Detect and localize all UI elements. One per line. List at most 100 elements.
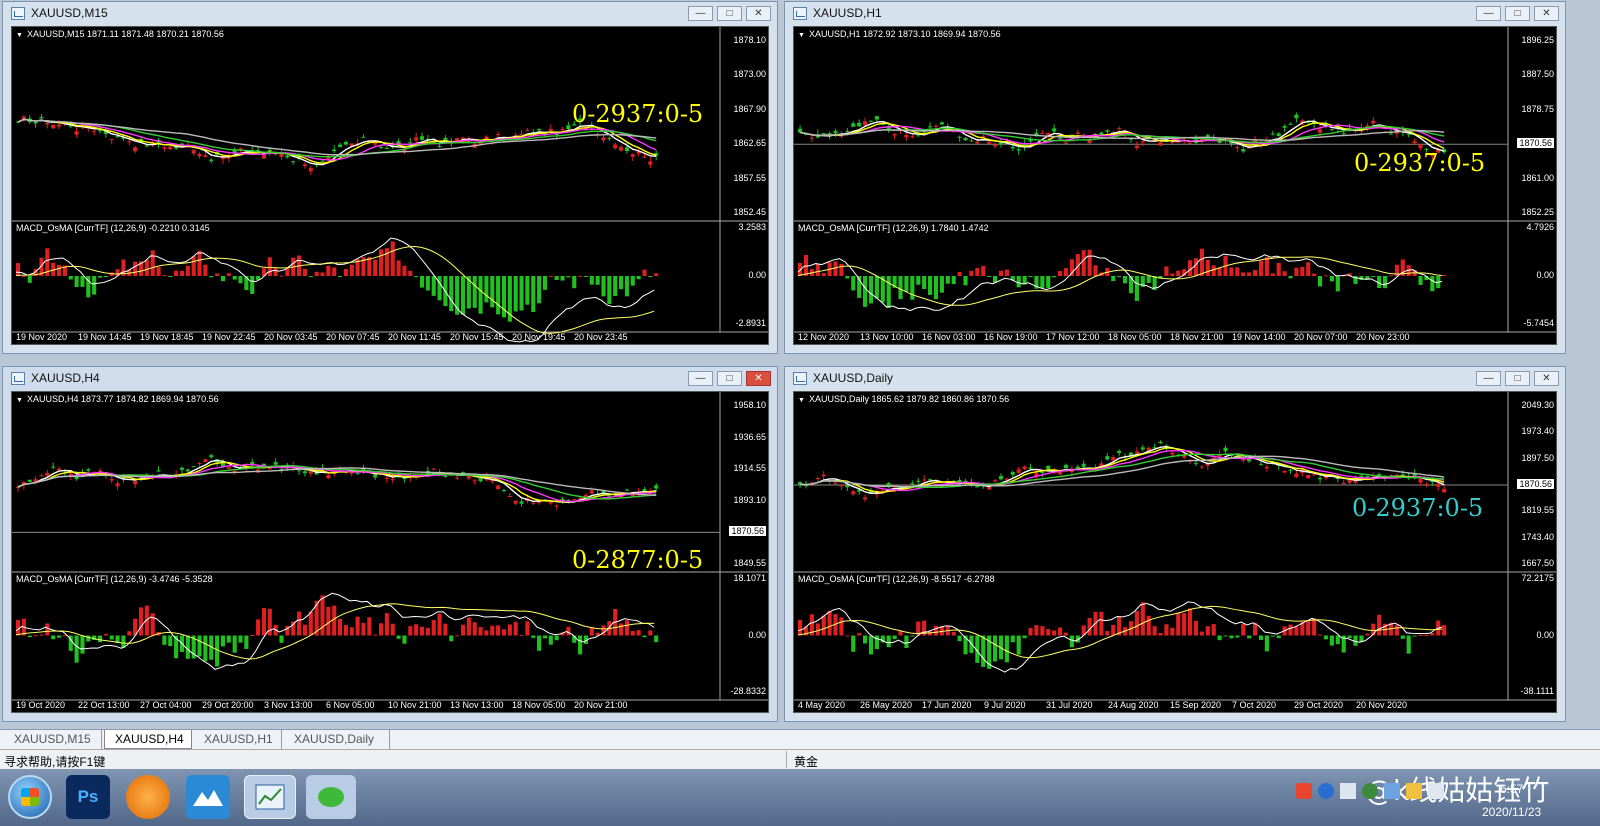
clock-time[interactable]: 6:57 bbox=[1500, 782, 1523, 796]
candle-body bbox=[203, 459, 208, 463]
candle-body bbox=[361, 136, 366, 138]
time-tick-label: 18 Nov 05:00 bbox=[1108, 332, 1162, 342]
price-tick-label: 1867.90 bbox=[733, 103, 766, 114]
time-tick-label: 19 Oct 2020 bbox=[16, 700, 66, 710]
maximize-button[interactable]: □ bbox=[717, 371, 742, 386]
macd-histogram-bar bbox=[933, 625, 939, 636]
mountain-app-icon[interactable] bbox=[186, 775, 230, 819]
candle-body bbox=[845, 485, 850, 488]
metatrader-taskbar-icon[interactable] bbox=[244, 775, 296, 819]
clock-date[interactable]: 2020/11/23 bbox=[1482, 805, 1541, 819]
title-bar[interactable]: XAUUSD,Daily — □ ✕ bbox=[785, 367, 1565, 391]
macd-histogram-bar bbox=[1093, 265, 1098, 276]
macd-histogram-bar bbox=[863, 635, 868, 644]
photoshop-icon[interactable]: Ps bbox=[66, 775, 110, 819]
macd-histogram-bar bbox=[197, 250, 202, 276]
volume-icon[interactable] bbox=[1428, 783, 1444, 799]
price-tick-label: 1667.50 bbox=[1521, 558, 1554, 568]
macd-histogram-bar bbox=[226, 273, 231, 276]
candle-body bbox=[1158, 142, 1163, 146]
current-price-label: 1870.56 bbox=[1517, 138, 1554, 149]
macd-histogram-bar bbox=[226, 635, 231, 643]
maximize-button[interactable]: □ bbox=[717, 6, 742, 21]
candle-body bbox=[226, 467, 231, 469]
candle-body bbox=[191, 466, 196, 468]
network-icon[interactable] bbox=[1340, 783, 1356, 799]
shield-icon[interactable] bbox=[1384, 783, 1400, 799]
macd-histogram-bar bbox=[1058, 270, 1063, 276]
chart-plot-area[interactable]: ▼ XAUUSD,M15 1871.11 1871.48 1870.21 1870… bbox=[11, 26, 769, 345]
macd-histogram-bar bbox=[874, 635, 879, 650]
title-bar[interactable]: XAUUSD,H4 — □ ✕ bbox=[3, 367, 777, 391]
maximize-button[interactable]: □ bbox=[1505, 371, 1530, 386]
macd-histogram-bar bbox=[910, 635, 915, 637]
macd-histogram-bar bbox=[150, 613, 155, 636]
chart-plot-area[interactable]: ▼ XAUUSD,H4 1873.77 1874.82 1869.94 1870.… bbox=[11, 391, 769, 713]
candle-body bbox=[156, 470, 161, 472]
close-button[interactable]: ✕ bbox=[1534, 6, 1559, 21]
macd-histogram-bar bbox=[798, 619, 803, 636]
tab-xauusd-daily[interactable]: XAUUSD,Daily bbox=[284, 730, 390, 749]
collapse-triangle-icon[interactable]: ▼ bbox=[798, 397, 805, 404]
macd-histogram-bar bbox=[939, 276, 944, 293]
macd-histogram-bar bbox=[133, 261, 138, 276]
macd-histogram-bar bbox=[1294, 267, 1299, 276]
close-button[interactable]: ✕ bbox=[746, 371, 771, 386]
start-button[interactable] bbox=[8, 775, 52, 819]
candle-body bbox=[798, 128, 803, 133]
help-icon[interactable] bbox=[1318, 783, 1334, 799]
candle-body bbox=[390, 479, 395, 481]
title-bar[interactable]: XAUUSD,M15 — □ ✕ bbox=[3, 2, 777, 26]
chart-window-daily[interactable]: XAUUSD,Daily — □ ✕ ▼ XAUUSD,Daily 1865.62… bbox=[784, 366, 1566, 722]
macd-scale-label: 3.2583 bbox=[738, 222, 766, 232]
minimize-button[interactable]: — bbox=[1476, 371, 1501, 386]
macd-histogram-bar bbox=[1205, 626, 1210, 636]
chart-window-m15[interactable]: XAUUSD,M15 — □ ✕ ▼ XAUUSD,M15 1871.11 187… bbox=[2, 1, 778, 354]
minimize-button[interactable]: — bbox=[688, 371, 713, 386]
candle-body bbox=[1406, 133, 1411, 135]
close-button[interactable]: ✕ bbox=[746, 6, 771, 21]
flag-icon[interactable] bbox=[1406, 783, 1422, 799]
collapse-triangle-icon[interactable]: ▼ bbox=[16, 32, 23, 39]
time-tick-label: 18 Nov 05:00 bbox=[512, 700, 566, 710]
macd-histogram-bar bbox=[490, 276, 495, 308]
collapse-triangle-icon[interactable]: ▼ bbox=[798, 32, 805, 39]
title-bar[interactable]: XAUUSD,H1 — □ ✕ bbox=[785, 2, 1565, 26]
candle-body bbox=[892, 134, 897, 136]
candle-body bbox=[1341, 483, 1346, 485]
chart-window-h4[interactable]: XAUUSD,H4 — □ ✕ ▼ XAUUSD,H4 1873.77 1874.… bbox=[2, 366, 778, 722]
macd-histogram-bar bbox=[1176, 270, 1181, 276]
sogou-icon[interactable] bbox=[1296, 783, 1312, 799]
chart-window-h1[interactable]: XAUUSD,H1 — □ ✕ ▼ XAUUSD,H1 1872.92 1873.… bbox=[784, 1, 1566, 354]
minimize-button[interactable]: — bbox=[1476, 6, 1501, 21]
price-tick-label: 1861.00 bbox=[1521, 172, 1554, 183]
macd-histogram-bar bbox=[1199, 631, 1204, 636]
candle-body bbox=[821, 474, 826, 477]
close-button[interactable]: ✕ bbox=[1534, 371, 1559, 386]
macd-histogram-bar bbox=[501, 629, 507, 636]
security-icon[interactable] bbox=[1362, 783, 1378, 799]
fox-app-icon[interactable] bbox=[126, 775, 170, 819]
tab-xauusd-h1[interactable]: XAUUSD,H1 bbox=[194, 730, 282, 749]
time-tick-label: 24 Aug 2020 bbox=[1108, 700, 1159, 710]
macd-histogram-bar bbox=[1306, 262, 1311, 276]
candle-body bbox=[496, 134, 501, 136]
chart-window-icon bbox=[11, 372, 25, 385]
macd-indicator-label: MACD_OsMA [CurrTF] (12,26,9) 1.7840 1.47… bbox=[798, 223, 989, 233]
tab-xauusd-h4[interactable]: XAUUSD,H4 bbox=[104, 730, 192, 749]
minimize-button[interactable]: — bbox=[688, 6, 713, 21]
macd-histogram-bar bbox=[1134, 276, 1139, 301]
collapse-triangle-icon[interactable]: ▼ bbox=[16, 397, 23, 404]
chart-plot-area[interactable]: ▼ XAUUSD,H1 1872.92 1873.10 1869.94 1870.… bbox=[793, 26, 1557, 345]
macd-histogram-bar bbox=[537, 276, 542, 304]
chart-plot-area[interactable]: ▼ XAUUSD,Daily 1865.62 1879.82 1860.86 18… bbox=[793, 391, 1557, 713]
window-title: XAUUSD,M15 bbox=[31, 6, 108, 20]
tab-xauusd-m15[interactable]: XAUUSD,M15 bbox=[4, 730, 102, 749]
tray-icons[interactable] bbox=[1296, 783, 1456, 801]
maximize-button[interactable]: □ bbox=[1505, 6, 1530, 21]
wechat-icon[interactable] bbox=[306, 775, 356, 819]
candle-body bbox=[1046, 465, 1051, 470]
candle-body bbox=[507, 496, 512, 498]
candle-body bbox=[338, 144, 343, 148]
macd-histogram-bar bbox=[297, 611, 302, 636]
